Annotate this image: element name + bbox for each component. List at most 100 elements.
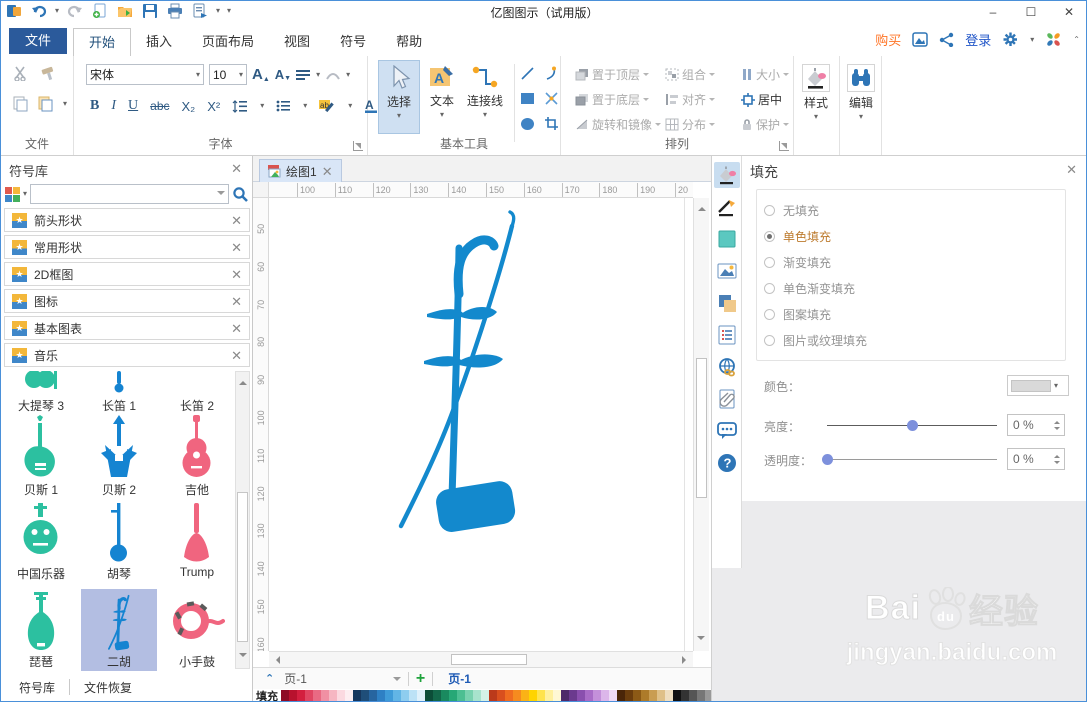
palette-swatch[interactable]	[289, 690, 297, 701]
brightness-slider[interactable]	[827, 420, 997, 431]
arrange-dialog-launcher[interactable]	[779, 141, 789, 151]
symbol-tambourine[interactable]: 小手鼓	[159, 589, 235, 671]
line-spacing-dropdown[interactable]: ▾	[260, 102, 264, 110]
ellipse-tool-icon[interactable]	[520, 117, 535, 131]
scroll-down-icon[interactable]	[239, 653, 247, 661]
font-dialog-launcher[interactable]	[353, 141, 363, 151]
palette-swatch[interactable]	[361, 690, 369, 701]
send-to-back-button[interactable]: 置于底层	[575, 87, 661, 112]
color-dropdown[interactable]: ▾	[1007, 375, 1069, 396]
close-button[interactable]: ✕	[1050, 1, 1086, 22]
format-painter-icon[interactable]	[40, 66, 56, 81]
picture-panel-icon[interactable]	[714, 258, 740, 284]
category-close-icon[interactable]: ✕	[231, 349, 242, 362]
symbol-flute1[interactable]: 长笛 1	[81, 371, 157, 414]
sidebar-scrollbar[interactable]	[235, 371, 250, 669]
add-page-button[interactable]: +	[416, 670, 425, 687]
scroll-down-icon[interactable]	[697, 636, 705, 644]
tab-insert[interactable]: 插入	[131, 28, 187, 56]
symbol-flute2[interactable]: 长笛 2	[159, 371, 235, 414]
tab-help[interactable]: 帮助	[381, 28, 437, 56]
palette-swatch[interactable]	[393, 690, 401, 701]
palette-swatch[interactable]	[505, 690, 513, 701]
palette-swatch[interactable]	[609, 690, 617, 701]
scroll-right-icon[interactable]	[682, 656, 690, 664]
erhu-shape[interactable]	[391, 208, 526, 538]
fill-option-picture-texture[interactable]: 图片或纹理填充	[764, 332, 867, 348]
palette-swatch[interactable]	[353, 690, 361, 701]
spin-down-icon[interactable]	[1053, 460, 1060, 467]
spin-up-icon[interactable]	[1053, 452, 1060, 458]
palette-swatch[interactable]	[345, 690, 353, 701]
palette-swatch[interactable]	[321, 690, 329, 701]
palette-swatch[interactable]	[433, 690, 441, 701]
collapse-ribbon-icon[interactable]: ⌃	[1073, 35, 1080, 44]
palette-swatch[interactable]	[577, 690, 585, 701]
transparency-slider-handle[interactable]	[822, 454, 833, 465]
page-tab-active[interactable]: 页-1	[448, 670, 471, 687]
canvas-v-scrollbar[interactable]	[693, 198, 709, 651]
bring-to-front-button[interactable]: 置于顶层	[575, 62, 661, 87]
tab-home[interactable]: 开始	[73, 28, 132, 56]
sidebar-scrollbar-thumb[interactable]	[237, 492, 248, 642]
paste-dropdown[interactable]: ▾	[63, 100, 67, 108]
shape-panel-icon[interactable]	[714, 226, 740, 252]
palette-swatch[interactable]	[473, 690, 481, 701]
palette-swatch[interactable]	[657, 690, 665, 701]
group-button[interactable]: 组合	[665, 62, 737, 87]
paste-icon[interactable]	[13, 96, 28, 112]
bullet-list-icon[interactable]	[276, 100, 291, 112]
palette-swatch[interactable]	[545, 690, 553, 701]
palette-swatch[interactable]	[521, 690, 529, 701]
rotate-mirror-button[interactable]: 旋转和镜像	[575, 112, 661, 137]
palette-swatch[interactable]	[593, 690, 601, 701]
paste-special-icon[interactable]	[38, 96, 53, 112]
font-family-combo[interactable]: 宋体 ▾	[86, 64, 204, 85]
superscript-button[interactable]: X²	[207, 99, 220, 114]
palette-swatch[interactable]	[537, 690, 545, 701]
file-menu-button[interactable]: 文件	[9, 28, 67, 54]
library-picker-icon[interactable]	[5, 186, 20, 202]
category-close-icon[interactable]: ✕	[231, 322, 242, 335]
connector-tool-button[interactable]: 连接线 ▾	[462, 60, 508, 134]
pagebar-expand-icon[interactable]: ⌃	[265, 672, 274, 685]
brightness-spinbox[interactable]: 0 %	[1007, 414, 1065, 436]
palette-swatch[interactable]	[385, 690, 393, 701]
scroll-up-icon[interactable]	[697, 203, 706, 211]
share-icon[interactable]	[939, 32, 954, 47]
palette-swatch[interactable]	[681, 690, 689, 701]
page-list-panel-icon[interactable]	[714, 322, 740, 348]
palette-swatch[interactable]	[689, 690, 697, 701]
palette-swatch[interactable]	[617, 690, 625, 701]
palette-swatch[interactable]	[649, 690, 657, 701]
comment-panel-icon[interactable]	[714, 418, 740, 444]
palette-swatch[interactable]	[665, 690, 673, 701]
highlight-dropdown[interactable]: ▾	[348, 102, 352, 110]
category-common-shapes[interactable]: ★ 常用形状 ✕	[4, 235, 250, 259]
palette-swatch[interactable]	[513, 690, 521, 701]
italic-button[interactable]: I	[111, 98, 116, 114]
symbol-bass2[interactable]: 贝斯 2	[81, 413, 157, 498]
help-panel-icon[interactable]: ?	[714, 450, 740, 476]
palette-swatch[interactable]	[697, 690, 705, 701]
palette-swatch[interactable]	[417, 690, 425, 701]
tab-file-recovery[interactable]: 文件恢复	[70, 679, 146, 696]
category-music[interactable]: ★ 音乐 ✕	[4, 343, 250, 367]
sidebar-close-icon[interactable]: ✕	[231, 162, 242, 175]
buy-button[interactable]: 购买	[875, 30, 901, 49]
palette-swatch[interactable]	[297, 690, 305, 701]
arc-text-icon[interactable]	[325, 69, 341, 81]
category-2d-blocks[interactable]: ★ 2D框图 ✕	[4, 262, 250, 286]
palette-swatch[interactable]	[305, 690, 313, 701]
tab-page-layout[interactable]: 页面布局	[187, 28, 269, 56]
line-style-panel-icon[interactable]	[714, 194, 740, 220]
palette-swatch[interactable]	[409, 690, 417, 701]
arc-text-dropdown[interactable]: ▾	[346, 70, 350, 79]
align-button[interactable]: 对齐	[665, 87, 737, 112]
edit-button[interactable]: 编辑 ▾	[841, 60, 881, 134]
palette-swatch[interactable]	[529, 690, 537, 701]
category-close-icon[interactable]: ✕	[231, 214, 242, 227]
palette-swatch[interactable]	[489, 690, 497, 701]
spin-up-icon[interactable]	[1053, 418, 1060, 424]
style-button[interactable]: 样式 ▾	[796, 60, 836, 134]
